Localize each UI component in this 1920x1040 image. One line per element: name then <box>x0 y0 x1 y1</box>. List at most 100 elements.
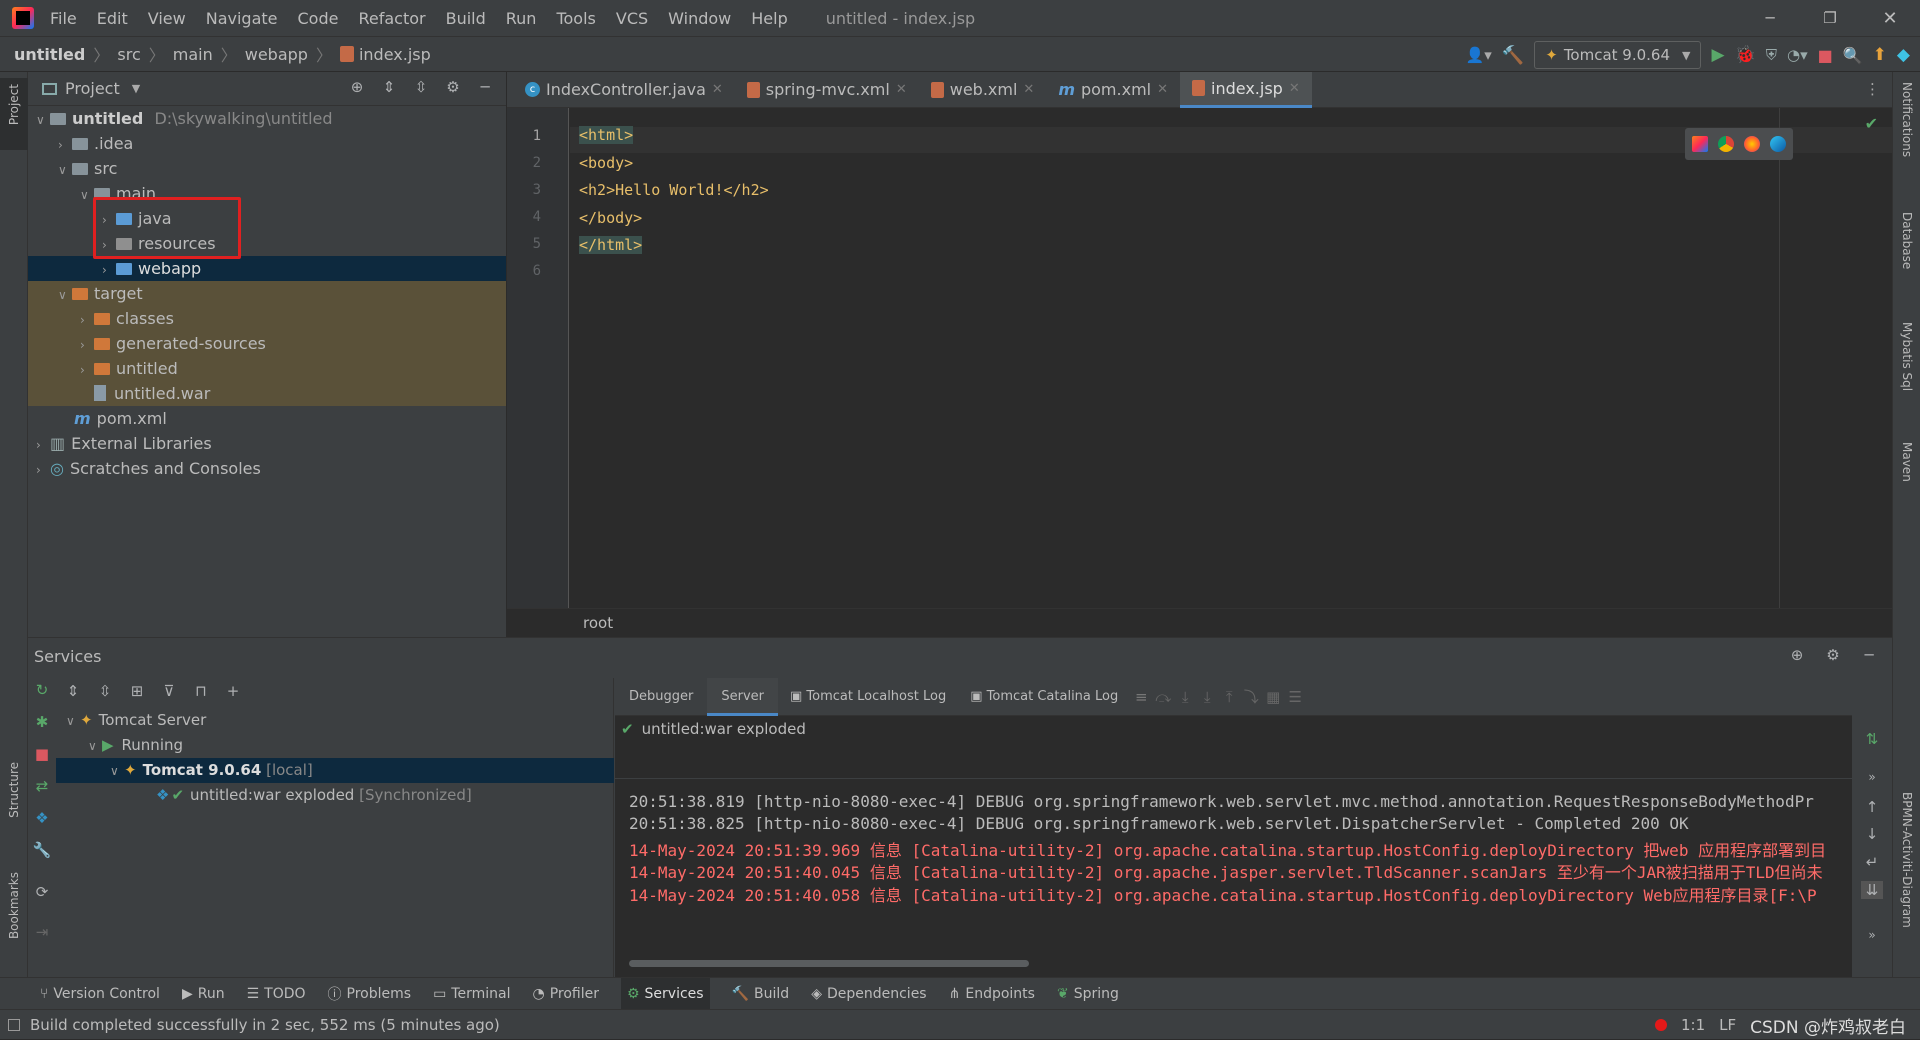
svc-tomcat-instance[interactable]: ∨ ✦ Tomcat 9.0.64 [local] <box>56 758 614 783</box>
scroll-to-end-icon[interactable]: ⇊ <box>1861 881 1883 899</box>
tree-item-generated-sources[interactable]: › generated-sources <box>28 331 506 356</box>
tab-pom-xml[interactable]: m pom.xml ✕ <box>1046 72 1180 108</box>
tool-bookmarks[interactable]: Bookmarks <box>0 872 28 962</box>
menu-file[interactable]: File <box>50 9 77 28</box>
wrench-icon[interactable]: 🔧 <box>31 841 53 859</box>
bottom-tab-spring[interactable]: ❦ Spring <box>1057 986 1119 1002</box>
stop-icon[interactable]: ■ <box>31 745 53 763</box>
inspection-ok-icon[interactable]: ✔ <box>1865 114 1878 133</box>
trace-icon[interactable]: ☰ <box>1284 688 1306 706</box>
tool-bpmn-diagram[interactable]: BPMN-Activiti-Diagram <box>1893 792 1920 972</box>
tree-item-idea[interactable]: › .idea <box>28 131 506 156</box>
locate-icon[interactable]: ⊕ <box>1786 646 1808 664</box>
caret-position[interactable]: 1:1 <box>1681 1016 1705 1034</box>
expand-all-icon[interactable]: ⇕ <box>378 78 400 96</box>
search-everywhere-icon[interactable]: 🔍 <box>1843 46 1863 65</box>
gear-icon[interactable]: ⚙ <box>442 78 464 96</box>
more-tabs-icon[interactable]: ⋮ <box>1865 80 1880 98</box>
close-tab-icon[interactable]: ✕ <box>1157 82 1168 97</box>
intellij-browser-icon[interactable] <box>1692 136 1708 152</box>
tree-item-external-libraries[interactable]: › ▥ External Libraries <box>28 431 506 456</box>
build-hammer-icon[interactable]: 🔨 <box>1502 45 1524 66</box>
tab-index-controller[interactable]: c IndexController.java ✕ <box>513 72 735 108</box>
bottom-tab-run[interactable]: ▶ Run <box>182 986 225 1002</box>
status-bar-toggle-icon[interactable] <box>8 1018 20 1031</box>
group-icon[interactable]: ⊞ <box>126 682 148 700</box>
step-into-icon[interactable]: ⤓ <box>1174 688 1196 706</box>
menu-run[interactable]: Run <box>506 9 537 28</box>
refresh-icon[interactable]: ⟳ <box>31 883 53 901</box>
tab-server[interactable]: Server <box>707 677 778 716</box>
tree-item-untitled-target[interactable]: › untitled <box>28 356 506 381</box>
redeploy-icon[interactable]: ⇅ <box>1861 730 1883 748</box>
collapse-all-icon[interactable]: ⇳ <box>410 78 432 96</box>
hide-panel-icon[interactable]: ─ <box>474 78 496 96</box>
restore-button[interactable]: ❐ <box>1800 9 1860 27</box>
evaluate-icon[interactable]: ▦ <box>1262 688 1284 706</box>
menu-view[interactable]: View <box>148 9 186 28</box>
tree-item-classes[interactable]: › classes <box>28 306 506 331</box>
menu-navigate[interactable]: Navigate <box>206 9 278 28</box>
breadcrumb-untitled[interactable]: untitled <box>14 45 85 64</box>
minimize-button[interactable]: ─ <box>1740 9 1800 27</box>
menu-code[interactable]: Code <box>298 9 339 28</box>
bottom-tab-dependencies[interactable]: ◈ Dependencies <box>811 986 926 1002</box>
breadcrumb-main[interactable]: main <box>173 45 213 64</box>
more-icon[interactable]: » <box>1861 928 1883 942</box>
breadcrumb-index-jsp[interactable]: index.jsp <box>359 45 431 64</box>
bottom-tab-todo[interactable]: ☰ TODO <box>247 986 306 1002</box>
step-over-icon[interactable]: ⤼ <box>1152 688 1174 706</box>
rerun-icon[interactable]: ↻ <box>31 681 53 699</box>
tool-database[interactable]: Database <box>1893 212 1920 292</box>
tree-item-pom-xml[interactable]: m pom.xml <box>28 406 506 431</box>
bottom-tab-profiler[interactable]: ◔ Profiler <box>532 986 599 1002</box>
force-step-into-icon[interactable]: ⤓ <box>1196 688 1218 706</box>
artifact-icon[interactable]: ❖ <box>31 809 53 827</box>
tool-maven[interactable]: Maven <box>1893 442 1920 512</box>
collapse-all-icon[interactable]: ⇳ <box>94 682 116 700</box>
svc-artifact[interactable]: ❖ ✔ untitled:war exploded [Synchronized] <box>56 783 614 808</box>
step-icon[interactable]: ⇥ <box>31 923 53 941</box>
soft-wrap-icon[interactable]: ↵ <box>1861 853 1883 871</box>
add-service-icon[interactable]: + <box>222 682 244 700</box>
tab-web-xml[interactable]: web.xml ✕ <box>919 72 1047 108</box>
svc-running[interactable]: ∨ ▶ Running <box>56 733 614 758</box>
menu-edit[interactable]: Edit <box>97 9 128 28</box>
locate-icon[interactable]: ⊕ <box>346 78 368 96</box>
expand-all-icon[interactable]: ⇕ <box>62 682 84 700</box>
chrome-icon[interactable] <box>1718 136 1734 152</box>
coverage-button[interactable]: ⛨ <box>1766 46 1777 64</box>
bottom-tab-build[interactable]: 🔨 Build <box>732 986 790 1002</box>
close-window-button[interactable]: ✕ <box>1860 8 1920 29</box>
debug-icon[interactable]: ✱ <box>31 713 53 731</box>
profile-button[interactable]: ◔▾ <box>1787 46 1808 64</box>
new-tab-icon[interactable]: ⊓ <box>190 682 212 700</box>
run-config-selector[interactable]: ✦ Tomcat 9.0.64 ▼ <box>1534 41 1702 69</box>
more-icon[interactable]: » <box>1861 770 1883 784</box>
breadcrumb-src[interactable]: src <box>117 45 140 64</box>
tree-item-target[interactable]: ∨ target <box>28 281 506 306</box>
tree-item-untitled[interactable]: ∨ untitled D:\skywalking\untitled <box>28 106 506 131</box>
tool-project[interactable]: Project <box>0 78 28 150</box>
debug-button[interactable]: 🐞 <box>1735 45 1756 65</box>
hide-panel-icon[interactable]: ─ <box>1858 646 1880 664</box>
tab-catalina-log[interactable]: ▣ Tomcat Catalina Log <box>958 689 1130 704</box>
menu-help[interactable]: Help <box>751 9 787 28</box>
close-tab-icon[interactable]: ✕ <box>896 82 907 97</box>
step-out-icon[interactable]: ⤒ <box>1218 688 1240 706</box>
menu-window[interactable]: Window <box>668 9 731 28</box>
menu-refactor[interactable]: Refactor <box>358 9 425 28</box>
deployment-row[interactable]: ✔ untitled:war exploded <box>621 720 806 738</box>
menu-tools[interactable]: Tools <box>556 9 595 28</box>
menu-build[interactable]: Build <box>446 9 486 28</box>
user-icon[interactable]: 👤▾ <box>1466 46 1492 64</box>
bottom-tab-endpoints[interactable]: ⋔ Endpoints <box>949 986 1035 1002</box>
run-button[interactable]: ▶ <box>1711 45 1724 65</box>
bottom-tab-version-control[interactable]: ⑂ Version Control <box>40 986 160 1002</box>
project-panel-title[interactable]: Project <box>65 79 120 98</box>
console-log[interactable]: 20:51:38.819 [http-nio-8080-exec-4] DEBU… <box>615 784 1855 944</box>
update-icon[interactable]: ⬆ <box>1873 45 1887 65</box>
tab-index-jsp[interactable]: index.jsp ✕ <box>1180 71 1312 108</box>
edge-icon[interactable] <box>1770 136 1786 152</box>
bottom-tab-problems[interactable]: ⓘ Problems <box>328 984 412 1004</box>
